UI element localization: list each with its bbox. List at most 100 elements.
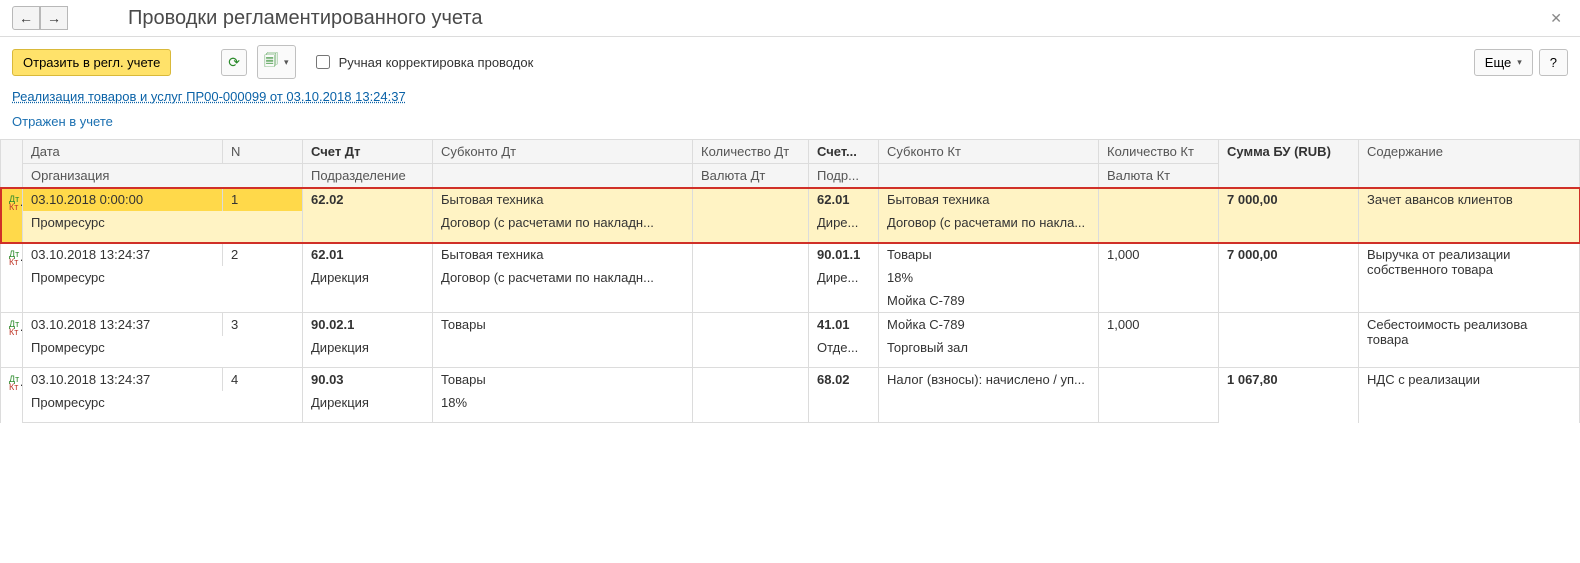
cell-sub-kt-3	[879, 234, 1099, 243]
cell-acct-dt: 90.03	[303, 368, 433, 392]
col-acct-kt[interactable]: Счет...	[809, 140, 879, 164]
arrow-left-icon: ←	[19, 10, 33, 26]
source-document-link[interactable]: Реализация товаров и услуг ПР00-000099 о…	[0, 87, 1580, 110]
arrow-right-icon: →	[47, 10, 61, 26]
copy-icon: 🗐	[264, 50, 278, 74]
col-sub-dt[interactable]: Субконто Дт	[433, 140, 693, 164]
cell-desc: НДС с реализации	[1359, 368, 1580, 423]
dtkt-icon: ДтКт	[9, 192, 19, 211]
col-cur-kt[interactable]: Валюта Кт	[1099, 164, 1219, 188]
cell-date: 03.10.2018 13:24:37	[23, 313, 223, 337]
cell-org: Промресурс	[23, 336, 303, 359]
cell-sum: 7 000,00	[1219, 243, 1359, 313]
cell-acct-dt: 62.01	[303, 243, 433, 267]
entry-row[interactable]: ДтКт 03.10.2018 13:24:37390.02.1Товары 41.…	[1, 313, 1580, 368]
entry-row[interactable]: ДтКт03.10.2018 13:24:37490.03Товары68.02…	[1, 368, 1580, 423]
manual-correction-checkbox[interactable]	[316, 55, 330, 69]
cell-qty-kt	[1099, 368, 1219, 392]
cell-cur-dt	[693, 266, 809, 289]
cell-sub-dt-3	[433, 289, 693, 313]
cell-acct-kt: 62.01	[809, 188, 879, 212]
cell-cur-kt	[1099, 391, 1219, 414]
col-cur-dt[interactable]: Валюта Дт	[693, 164, 809, 188]
cell-n: 3	[223, 313, 303, 337]
cell-acct-kt: 41.01	[809, 313, 879, 337]
cell-dept-kt: Дире...	[809, 266, 879, 289]
cell-org: Промресурс	[23, 391, 303, 414]
manual-correction-checkbox-wrap[interactable]: Ручная корректировка проводок	[312, 52, 534, 72]
col-qty-kt[interactable]: Количество Кт	[1099, 140, 1219, 164]
cell-acct-dt: 90.02.1	[303, 313, 433, 337]
cell-date: 03.10.2018 0:00:00	[23, 188, 223, 212]
cell-cur-dt	[693, 391, 809, 414]
reflect-button[interactable]: Отразить в регл. учете	[12, 49, 171, 76]
cell-dept-kt: Дире...	[809, 211, 879, 234]
cell-sub-dt: Товары	[433, 313, 693, 337]
cell-sub-kt: Налог (взносы): начислено / уп...	[879, 368, 1099, 392]
cell-cur-dt	[693, 336, 809, 359]
cell-dept-dt: Дирекция	[303, 391, 433, 414]
cell-sub-dt: Бытовая техника	[433, 188, 693, 212]
cell-cur-kt	[1099, 336, 1219, 359]
cell-sub-dt-3	[433, 414, 693, 423]
cell-desc: Себестоимость реализова товара	[1359, 313, 1580, 368]
dtkt-icon: ДтКт	[9, 372, 19, 391]
cell-desc: Выручка от реализации собственного товар…	[1359, 243, 1580, 313]
status-text: Отражен в учете	[0, 110, 1580, 139]
dtkt-icon: ДтКт	[9, 317, 19, 336]
cell-sub-kt-2: 18%	[879, 266, 1099, 289]
more-button-label: Еще	[1485, 55, 1511, 70]
cell-dept-dt: Дирекция	[303, 336, 433, 359]
cell-dept-dt	[303, 211, 433, 234]
cell-dept-kt	[809, 391, 879, 414]
entries-table: Дата N Счет Дт Субконто Дт Количество Дт…	[0, 139, 1580, 423]
col-dept-dt[interactable]: Подразделение	[303, 164, 433, 188]
col-qty-dt[interactable]: Количество Дт	[693, 140, 809, 164]
cell-acct-kt: 90.01.1	[809, 243, 879, 267]
page-title: Проводки регламентированного учета	[128, 7, 482, 30]
nav-forward-button[interactable]: →	[40, 6, 68, 30]
cell-sub-dt-2: Договор (с расчетами по накладн...	[433, 266, 693, 289]
cell-date: 03.10.2018 13:24:37	[23, 368, 223, 392]
cell-sub-dt-2: 18%	[433, 391, 693, 414]
cell-dept-dt: Дирекция	[303, 266, 433, 289]
manual-correction-label: Ручная корректировка проводок	[339, 55, 534, 70]
cell-sub-kt-2: Торговый зал	[879, 336, 1099, 359]
cell-sub-kt-3	[879, 414, 1099, 423]
cell-sub-dt: Бытовая техника	[433, 243, 693, 267]
close-icon[interactable]: ✕	[1544, 10, 1568, 27]
cell-cur-dt	[693, 211, 809, 234]
cell-qty-dt	[693, 368, 809, 392]
cell-acct-dt: 62.02	[303, 188, 433, 212]
col-desc[interactable]: Содержание	[1359, 140, 1580, 188]
cell-desc: Зачет авансов клиентов	[1359, 188, 1580, 243]
col-date[interactable]: Дата	[23, 140, 223, 164]
cell-org: Промресурс	[23, 211, 303, 234]
col-acct-dt[interactable]: Счет Дт	[303, 140, 433, 164]
chevron-down-icon: ▾	[1517, 57, 1522, 68]
cell-qty-dt	[693, 243, 809, 267]
col-dept-kt[interactable]: Подр...	[809, 164, 879, 188]
cell-sub-kt-3	[879, 359, 1099, 368]
col-sum[interactable]: Сумма БУ (RUB)	[1219, 140, 1359, 188]
refresh-button[interactable]: ⟳	[221, 49, 247, 76]
col-n[interactable]: N	[223, 140, 303, 164]
cell-n: 4	[223, 368, 303, 392]
cell-sub-kt: Бытовая техника	[879, 188, 1099, 212]
cell-sum: 7 000,00	[1219, 188, 1359, 243]
cell-dept-kt: Отде...	[809, 336, 879, 359]
cell-sub-kt: Мойка С-789	[879, 313, 1099, 337]
cell-sub-dt-2: Договор (с расчетами по накладн...	[433, 211, 693, 234]
cell-qty-dt	[693, 313, 809, 337]
col-org[interactable]: Организация	[23, 164, 303, 188]
nav-back-button[interactable]: ←	[12, 6, 40, 30]
cell-qty-dt	[693, 188, 809, 212]
cell-cur-kt	[1099, 266, 1219, 289]
col-sub-kt[interactable]: Субконто Кт	[879, 140, 1099, 164]
help-button[interactable]: ?	[1539, 49, 1568, 76]
cell-n: 1	[223, 188, 303, 212]
copy-button[interactable]: 🗐▾	[257, 45, 296, 79]
entry-row[interactable]: ДтКт03.10.2018 13:24:37262.01Бытовая тех…	[1, 243, 1580, 313]
more-button[interactable]: Еще ▾	[1474, 49, 1533, 76]
entry-row[interactable]: ДтКт03.10.2018 0:00:00162.02Бытовая техн…	[1, 188, 1580, 243]
